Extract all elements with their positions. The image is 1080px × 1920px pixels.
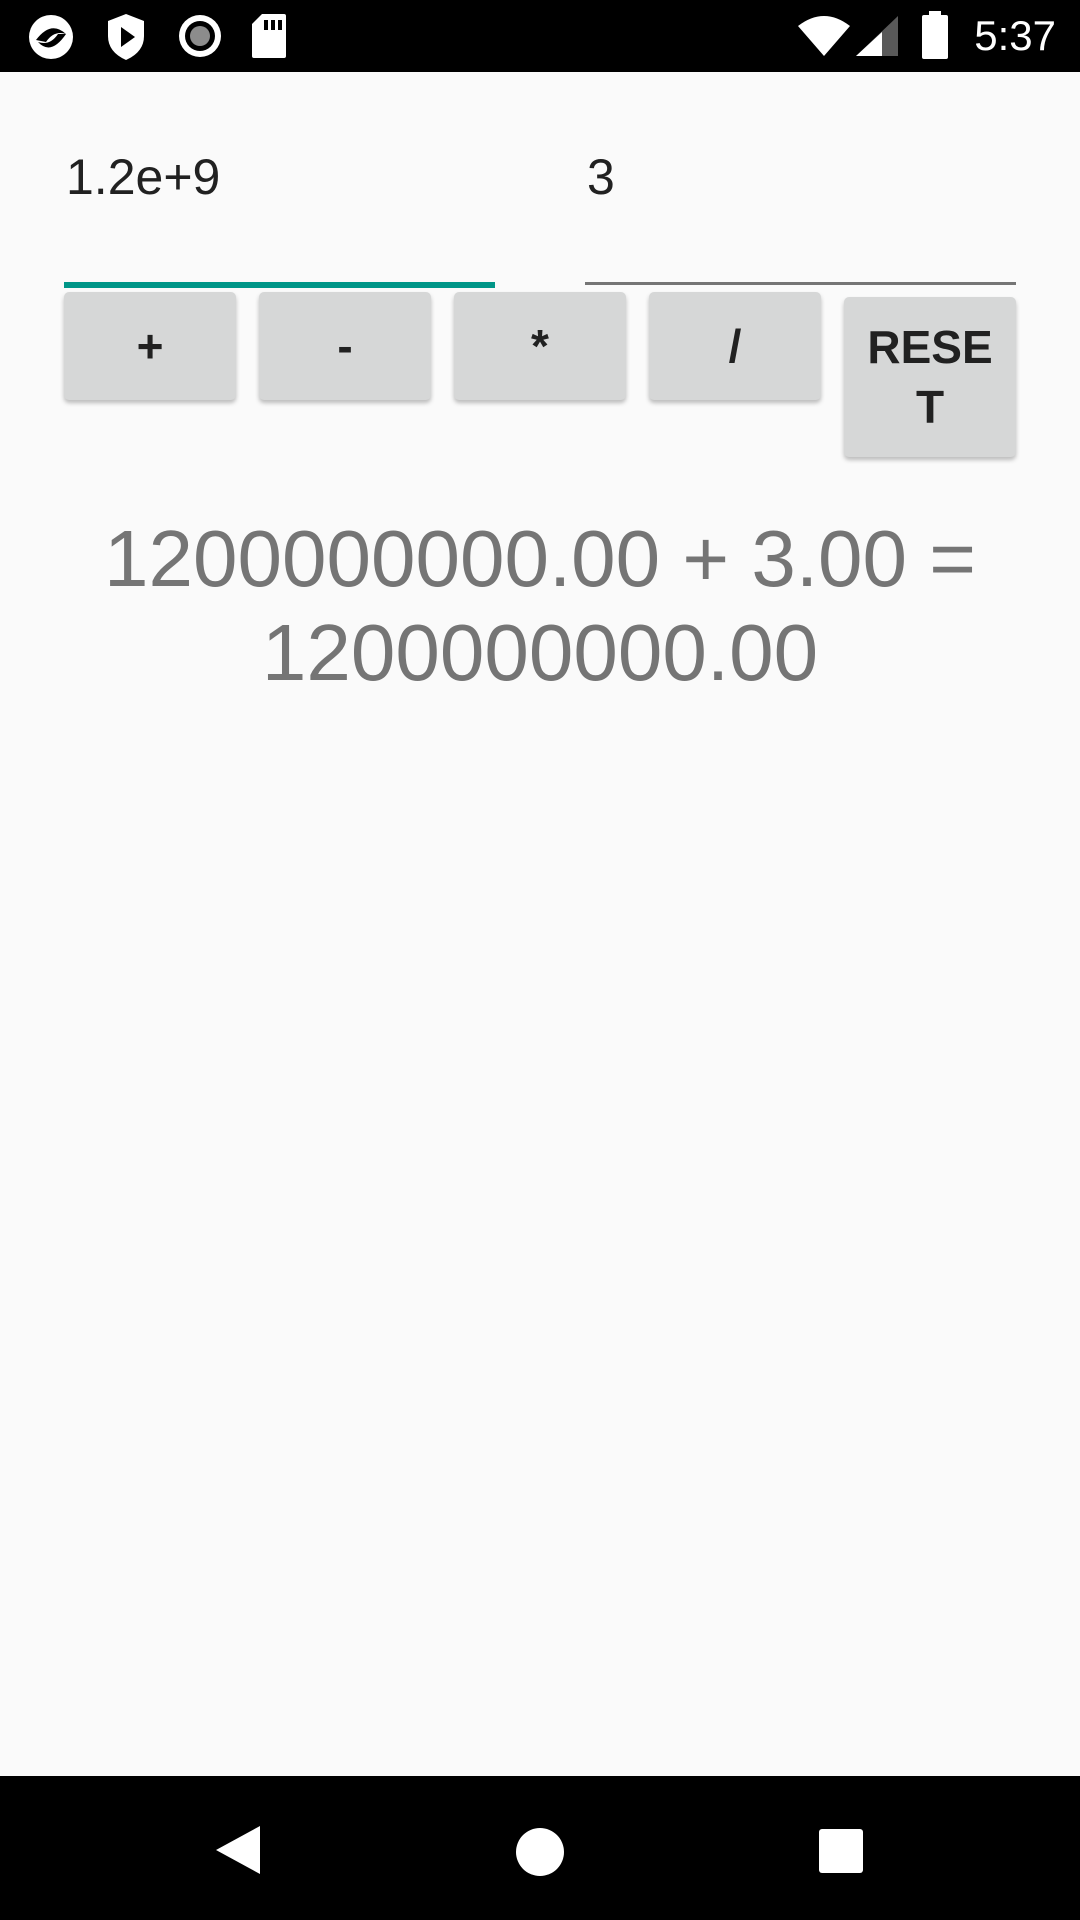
record-icon <box>179 15 221 57</box>
navigation-bar <box>0 1776 1080 1920</box>
status-time: 5:37 <box>974 12 1056 59</box>
app-logo-icon <box>29 15 73 59</box>
operand2-value[interactable]: 3 <box>587 142 615 212</box>
multiply-button[interactable]: * <box>454 292 626 400</box>
sd-card-icon <box>252 14 286 58</box>
battery-icon <box>922 11 948 59</box>
status-bar: 5:37 <box>0 0 1080 72</box>
wifi-icon <box>798 16 850 56</box>
recents-icon[interactable] <box>818 1828 864 1874</box>
shield-play-icon <box>108 14 144 60</box>
signal-icon <box>856 16 898 56</box>
add-button[interactable]: + <box>64 292 236 400</box>
reset-button[interactable]: RESET <box>844 297 1016 457</box>
subtract-button[interactable]: - <box>259 292 431 400</box>
back-icon[interactable] <box>212 1824 264 1876</box>
divide-button[interactable]: / <box>649 292 821 400</box>
result-text: 1200000000.00 + 3.00 = 1200000000.00 <box>104 514 976 697</box>
operand1-input[interactable]: 1.2e+9 <box>64 142 495 288</box>
operand1-underline <box>64 282 495 288</box>
operand2-underline <box>585 282 1016 285</box>
home-icon[interactable] <box>514 1826 566 1878</box>
operand1-value[interactable]: 1.2e+9 <box>66 142 220 212</box>
operand2-input[interactable]: 3 <box>585 142 1016 285</box>
calculator-screen: 1.2e+9 3 + - * / RESET 1200000000.00 + 3… <box>0 72 1080 1776</box>
